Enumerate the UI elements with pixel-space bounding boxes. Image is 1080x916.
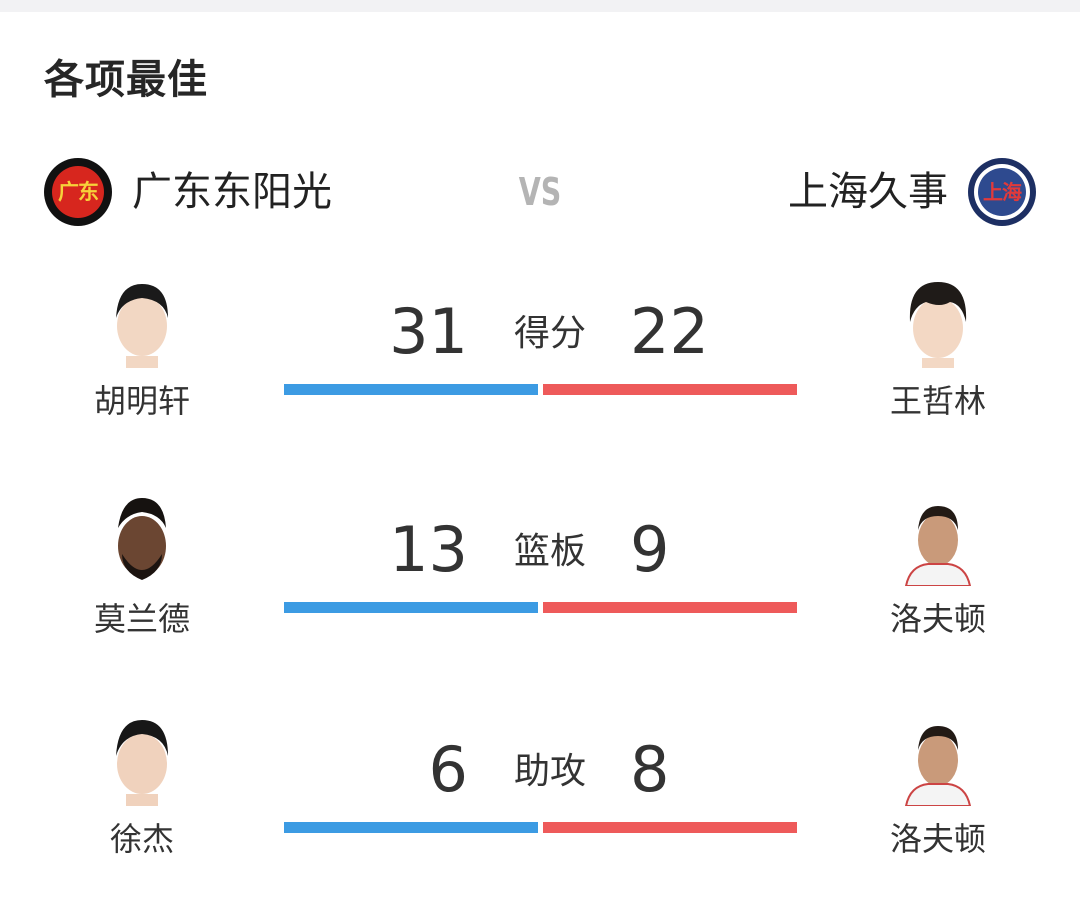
player-avatar-left[interactable] [104,278,180,368]
left-stat-bar [284,822,538,833]
right-player-name[interactable]: 洛夫顿 [838,816,1038,862]
left-player-name[interactable]: 徐杰 [42,816,242,862]
right-stat-value: 22 [630,295,709,368]
player-avatar-right[interactable] [900,716,976,806]
right-stat-bar [543,822,797,833]
right-player-name[interactable]: 洛夫顿 [838,596,1038,642]
right-stat-bar [543,602,797,613]
right-stat-value: 9 [630,513,670,586]
right-stat-value: 8 [630,733,670,806]
right-stat-bar [543,384,797,395]
vs-label: VS [518,170,562,214]
player-avatar-right[interactable] [900,278,976,368]
stat-row-rebounds: 莫兰德 13 篮板 9 洛夫顿 [0,496,1080,696]
left-player-name[interactable]: 莫兰德 [42,596,242,642]
left-stat-bar [284,602,538,613]
left-stat-value: 31 [389,295,468,368]
guangdong-logo-text: 广东 [58,180,99,204]
section-title: 各项最佳 [44,57,208,103]
left-team-name[interactable]: 广东东阳光 [132,162,332,222]
stat-label: 助攻 [513,751,586,792]
top-separator [0,0,1080,12]
left-stat-bar [284,384,538,395]
teams-header: 广东 广东东阳光 VS 上海久事 上海 [0,150,1080,234]
left-player-name[interactable]: 胡明轩 [42,378,242,424]
stat-label: 篮板 [513,531,586,572]
player-avatar-right[interactable] [900,496,976,586]
stat-row-points: 胡明轩 31 得分 22 王哲林 [0,278,1080,478]
right-player-name[interactable]: 王哲林 [838,378,1038,424]
player-avatar-left[interactable] [104,716,180,806]
guangdong-team-logo[interactable]: 广东 [44,158,112,226]
player-avatar-left[interactable] [104,496,180,586]
stat-label: 得分 [513,313,586,354]
stat-row-assists: 徐杰 6 助攻 8 洛夫顿 [0,716,1080,916]
left-stat-value: 6 [428,733,468,806]
shanghai-team-logo[interactable]: 上海 [968,158,1036,226]
right-team-name[interactable]: 上海久事 [788,162,948,222]
shanghai-logo-text: 上海 [983,180,1022,204]
left-stat-value: 13 [389,513,468,586]
